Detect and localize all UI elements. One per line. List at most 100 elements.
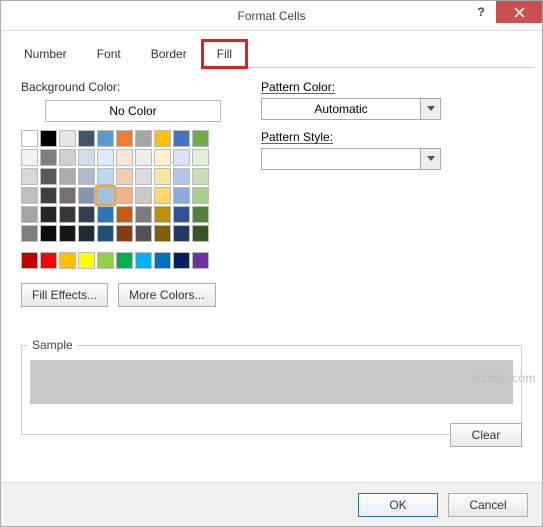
color-swatch[interactable] (154, 168, 171, 185)
color-swatch[interactable] (192, 168, 209, 185)
format-cells-dialog: Format Cells ? NumberFontBorderFill Back… (0, 0, 543, 527)
color-swatch[interactable] (97, 149, 114, 166)
color-swatch[interactable] (97, 168, 114, 185)
color-swatch[interactable] (78, 149, 95, 166)
standard-color-row (21, 252, 221, 269)
color-swatch[interactable] (78, 187, 95, 204)
close-icon (514, 7, 525, 18)
color-swatch[interactable] (173, 168, 190, 185)
color-swatch[interactable] (78, 168, 95, 185)
pattern-color-dropdown[interactable]: Automatic (261, 98, 441, 120)
color-swatch[interactable] (192, 225, 209, 242)
close-button[interactable] (496, 1, 542, 23)
help-button[interactable]: ? (466, 1, 496, 23)
standard-color-swatch[interactable] (192, 252, 209, 269)
color-swatch[interactable] (173, 225, 190, 242)
fill-tab-content: Background Color: No Color Fill Effects.… (1, 68, 542, 319)
color-swatch[interactable] (135, 187, 152, 204)
color-swatch[interactable] (135, 225, 152, 242)
color-swatch[interactable] (116, 206, 133, 223)
color-swatch[interactable] (97, 130, 114, 147)
color-swatch[interactable] (21, 168, 38, 185)
color-swatch[interactable] (135, 206, 152, 223)
color-swatch[interactable] (135, 149, 152, 166)
color-swatch[interactable] (40, 187, 57, 204)
sample-label: Sample (28, 338, 77, 352)
color-swatch[interactable] (116, 225, 133, 242)
color-swatch[interactable] (21, 149, 38, 166)
color-swatch[interactable] (40, 206, 57, 223)
no-color-button[interactable]: No Color (45, 100, 221, 122)
tab-font[interactable]: Font (82, 40, 136, 68)
color-swatch[interactable] (192, 187, 209, 204)
sample-preview (30, 360, 513, 404)
color-swatch[interactable] (154, 206, 171, 223)
watermark: wsxdn.com (471, 371, 536, 385)
color-swatch[interactable] (116, 149, 133, 166)
color-swatch[interactable] (97, 206, 114, 223)
color-swatch[interactable] (173, 187, 190, 204)
color-swatch[interactable] (21, 225, 38, 242)
color-swatch[interactable] (21, 130, 38, 147)
color-swatch[interactable] (59, 130, 76, 147)
color-swatch[interactable] (192, 130, 209, 147)
color-swatch[interactable] (173, 206, 190, 223)
color-swatch[interactable] (59, 187, 76, 204)
color-swatch[interactable] (40, 168, 57, 185)
color-swatch[interactable] (40, 225, 57, 242)
color-swatch[interactable] (97, 225, 114, 242)
more-colors-button[interactable]: More Colors... (118, 283, 215, 307)
color-swatch[interactable] (21, 187, 38, 204)
color-swatch[interactable] (40, 149, 57, 166)
tab-fill[interactable]: Fill (202, 40, 247, 68)
standard-color-swatch[interactable] (59, 252, 76, 269)
color-swatch[interactable] (59, 168, 76, 185)
color-swatch[interactable] (173, 130, 190, 147)
standard-color-swatch[interactable] (154, 252, 171, 269)
color-swatch[interactable] (192, 149, 209, 166)
chevron-down-icon (420, 149, 440, 169)
color-swatch[interactable] (59, 206, 76, 223)
color-swatch[interactable] (40, 130, 57, 147)
titlebar: Format Cells ? (1, 1, 542, 31)
color-swatch[interactable] (154, 187, 171, 204)
window-title: Format Cells (237, 9, 305, 23)
color-swatch[interactable] (154, 130, 171, 147)
color-swatch[interactable] (21, 206, 38, 223)
color-swatch[interactable] (116, 187, 133, 204)
standard-color-swatch[interactable] (21, 252, 38, 269)
color-swatch[interactable] (116, 130, 133, 147)
dialog-footer: OK Cancel (1, 482, 542, 526)
color-swatch[interactable] (59, 225, 76, 242)
tab-border[interactable]: Border (136, 40, 202, 68)
color-swatch[interactable] (135, 168, 152, 185)
clear-button[interactable]: Clear (450, 423, 522, 447)
standard-color-swatch[interactable] (116, 252, 133, 269)
color-swatch[interactable] (173, 149, 190, 166)
background-color-label: Background Color: (21, 80, 221, 94)
titlebar-controls: ? (466, 1, 542, 23)
color-swatch[interactable] (78, 206, 95, 223)
tab-strip: NumberFontBorderFill (9, 39, 534, 68)
pattern-style-dropdown[interactable] (261, 148, 441, 170)
color-swatch[interactable] (135, 130, 152, 147)
standard-color-swatch[interactable] (135, 252, 152, 269)
color-swatch[interactable] (192, 206, 209, 223)
color-swatch[interactable] (78, 130, 95, 147)
color-swatch[interactable] (154, 149, 171, 166)
fill-effects-button[interactable]: Fill Effects... (21, 283, 108, 307)
cancel-button[interactable]: Cancel (448, 493, 528, 517)
color-swatch[interactable] (78, 225, 95, 242)
standard-color-swatch[interactable] (173, 252, 190, 269)
color-swatch[interactable] (97, 187, 114, 204)
standard-color-swatch[interactable] (40, 252, 57, 269)
color-buttons-row: Fill Effects... More Colors... (21, 283, 221, 307)
standard-color-swatch[interactable] (78, 252, 95, 269)
color-swatch[interactable] (116, 168, 133, 185)
standard-color-swatch[interactable] (97, 252, 114, 269)
color-swatch[interactable] (154, 225, 171, 242)
ok-button[interactable]: OK (358, 493, 438, 517)
color-swatch[interactable] (59, 149, 76, 166)
tab-number[interactable]: Number (9, 40, 82, 68)
chevron-down-icon (420, 99, 440, 119)
